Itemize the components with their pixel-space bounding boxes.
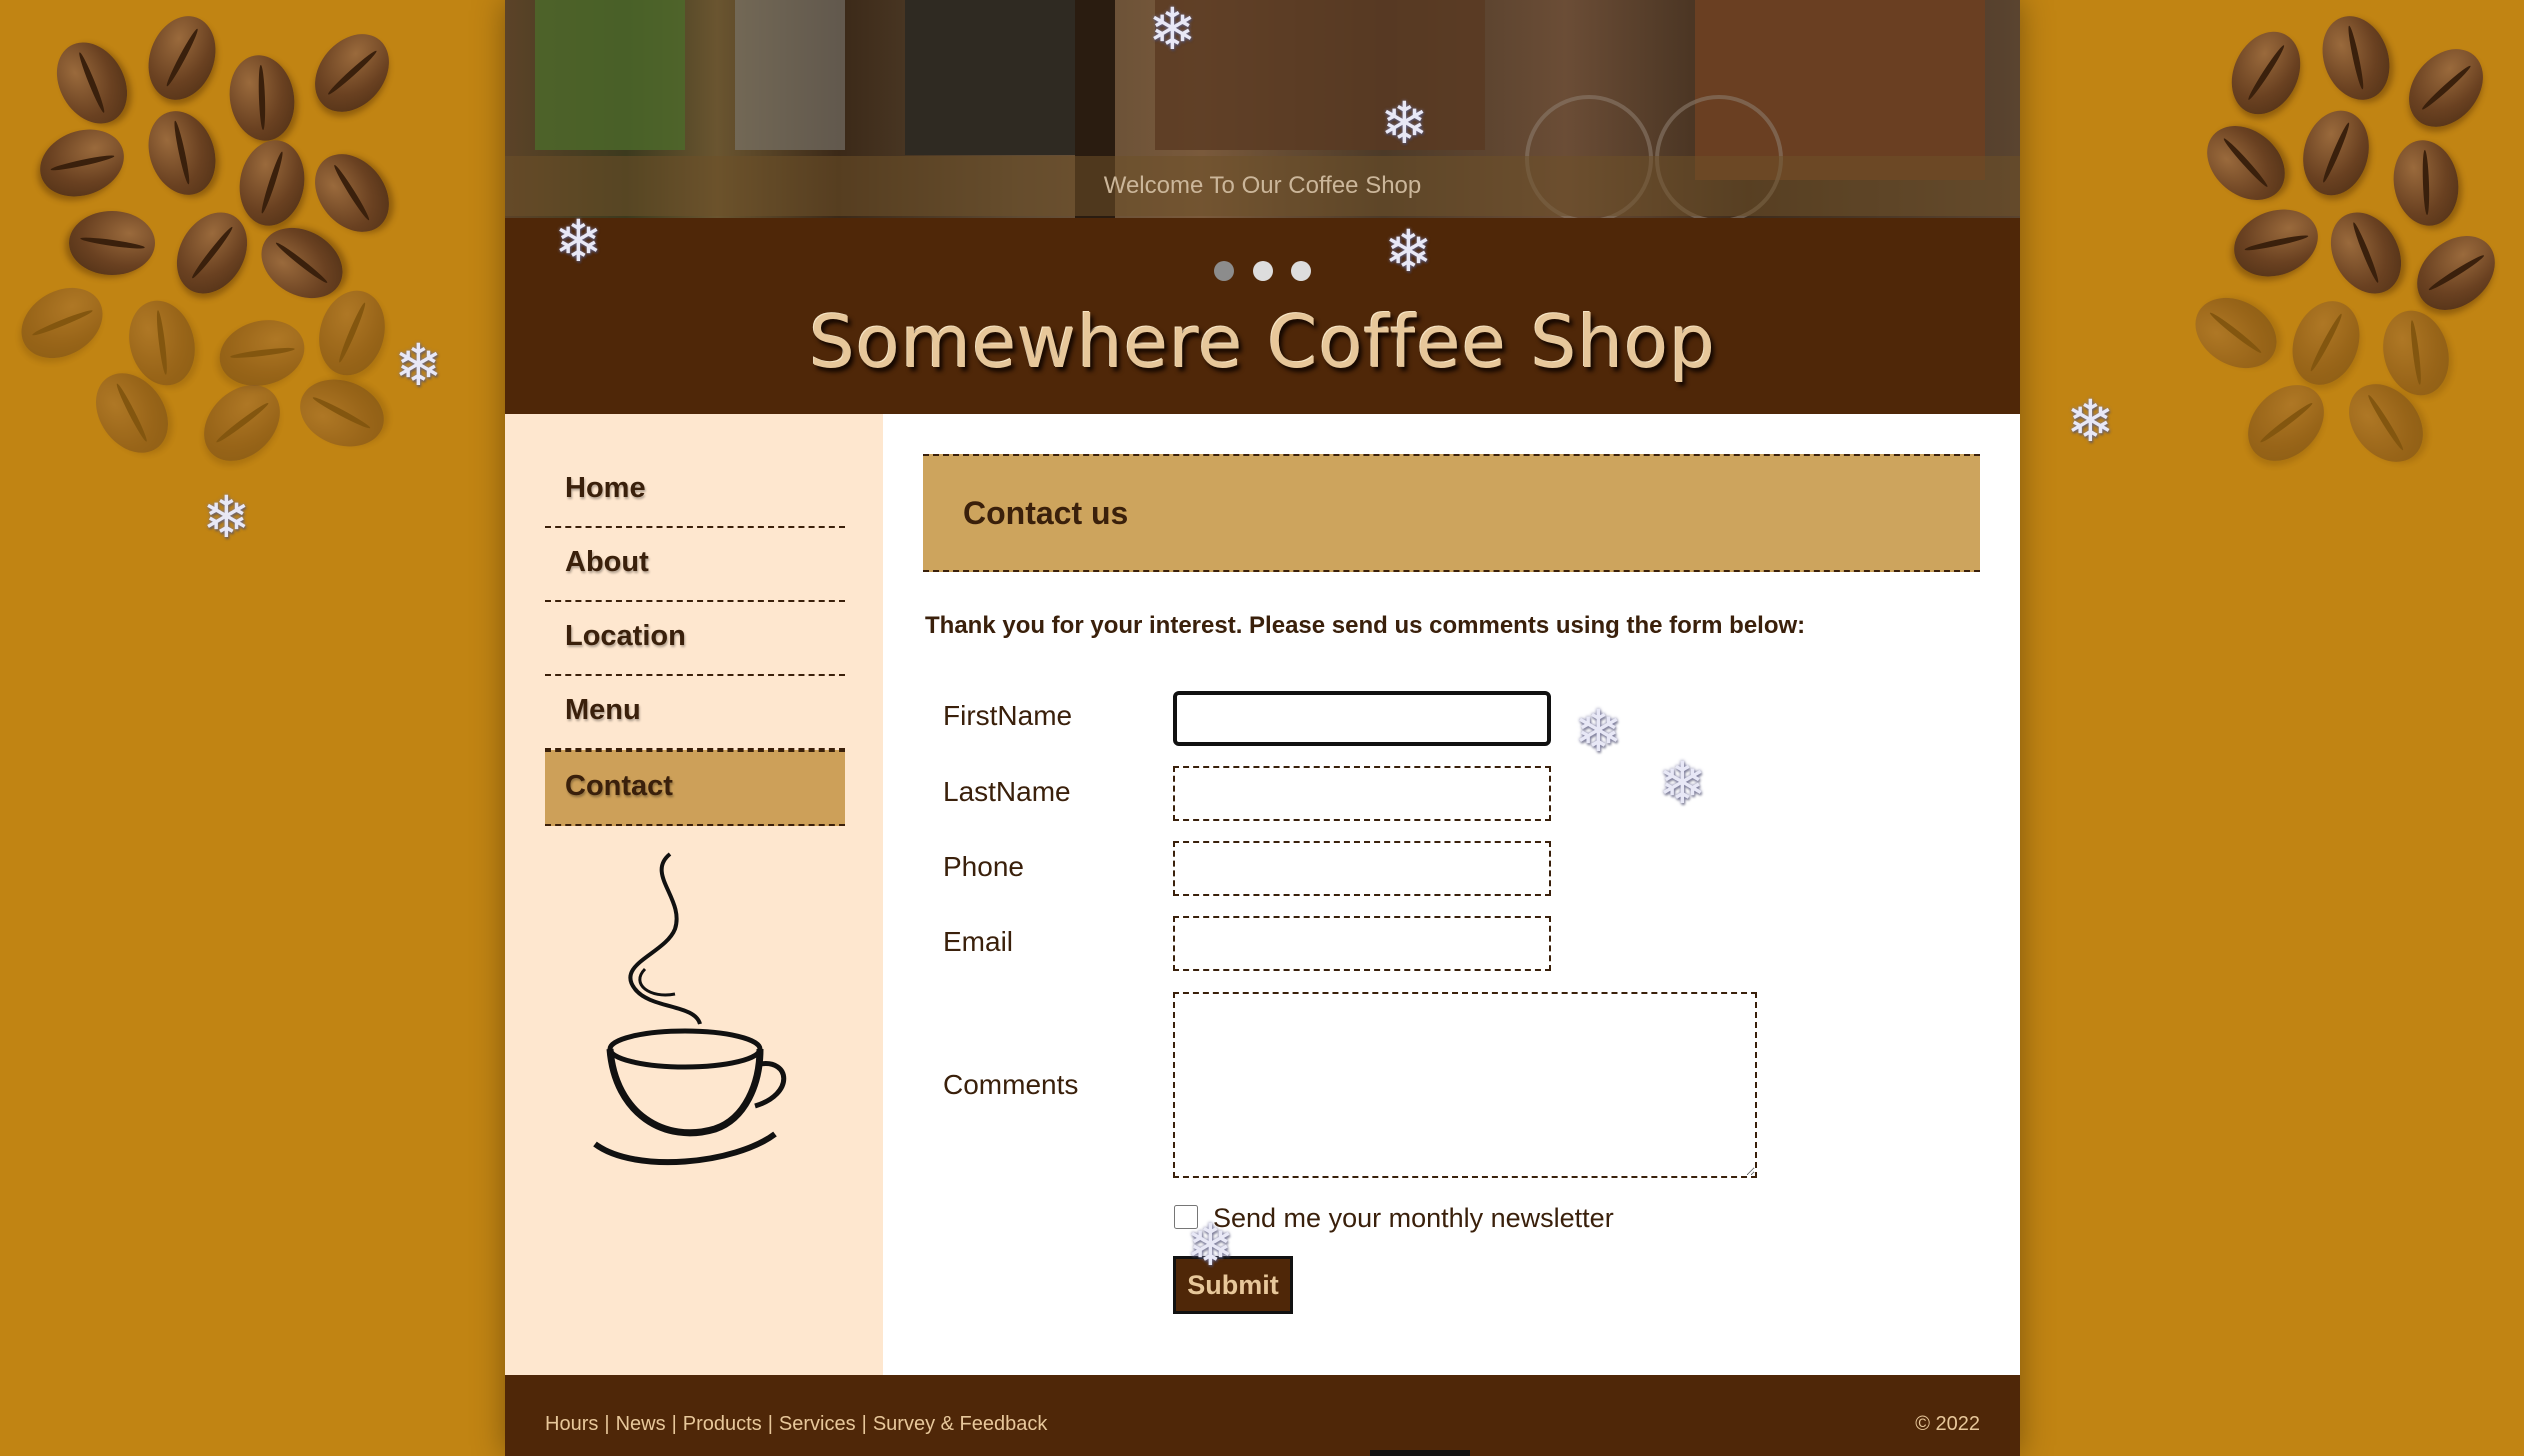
coffee-bean-icon [299,19,405,127]
coffee-bean-icon [30,118,134,208]
coffee-bean-icon [309,283,395,383]
nav-item-about[interactable]: About [545,528,845,602]
coffee-beans-decoration-right [2084,0,2524,480]
snowflake-icon: ❄ [2066,387,2115,455]
coffee-bean-icon [2311,6,2401,110]
main-content: Contact us Thank you for your interest. … [883,414,2020,1375]
coffee-bean-icon [2316,199,2416,307]
footer-tab [1370,1450,1470,1456]
comments-field[interactable] [1173,992,1757,1178]
coffee-bean-icon [2387,135,2465,231]
footer-link-news[interactable]: News [616,1413,666,1435]
coffee-beans-decoration-left [0,0,440,480]
nav-item-home[interactable]: Home [545,454,845,528]
site-footer: Hours | News | Products | Services | Survey & Fe… [505,1375,2020,1456]
site-header: Welcome To Our Coffee Shop Somewhere Cof… [505,0,2020,414]
phone-field[interactable] [1173,841,1551,896]
snowflake-icon: ❄ [1574,697,1623,765]
cafe-patrons [1155,0,1485,150]
coffee-bean-icon [8,273,116,373]
comments-label: Comments [943,1069,1079,1100]
slide-dot-1[interactable] [1214,261,1235,281]
footer-separator: | [861,1413,867,1435]
coffee-bean-icon [212,310,312,396]
copyright: © 2022 [1915,1413,1980,1435]
storefront-window [735,0,845,150]
coffee-bean-icon [2393,34,2499,142]
sidebar: Home About Location Menu Contact [505,414,883,1375]
footer-link-services[interactable]: Services [779,1413,856,1435]
coffee-bean-icon [42,29,142,137]
coffee-bean-icon [69,211,155,275]
snowflake-icon: ❄ [1658,749,1707,817]
newsletter-label: Send me your monthly newsletter [1213,1203,1614,1233]
footer-separator: | [604,1413,610,1435]
storefront-sign [535,0,685,150]
nav-item-location[interactable]: Location [545,602,845,676]
email-label: Email [943,926,1014,957]
slideshow-dots [505,261,2020,286]
coffee-bean-icon [2224,198,2328,288]
first-name-label: FirstName [943,700,1073,731]
coffee-bean-icon [2192,110,2300,216]
footer-separator: | [671,1413,677,1435]
coffee-bean-icon [2293,103,2379,203]
coffee-bean-icon [290,368,394,458]
nav-item-contact[interactable]: Contact [545,750,845,826]
last-name-field[interactable] [1173,766,1551,821]
footer-link-hours[interactable]: Hours [545,1413,598,1435]
footer-link-products[interactable]: Products [683,1413,762,1435]
coffee-bean-icon [188,369,296,477]
coffee-bean-icon [2402,220,2510,326]
coffee-bean-icon [2232,369,2340,477]
coffee-bean-icon [299,139,405,247]
phone-label: Phone [943,851,1024,882]
coffee-bean-icon [2281,291,2371,395]
storefront-window [905,0,1085,155]
footer-links: Hours | News | Products | Services | Survey & Fe… [545,1413,1047,1436]
coffee-bean-icon [162,199,262,307]
snowflake-icon: ❄ [394,331,443,399]
page-title: Contact us [923,454,1980,572]
slide-dot-3[interactable] [1290,261,1311,281]
snowflake-icon: ❄ [1186,1211,1235,1279]
coffee-bean-icon [2182,283,2290,383]
page-container: Welcome To Our Coffee Shop Somewhere Cof… [505,0,2020,1456]
snowflake-icon: ❄ [202,483,251,551]
coffee-bean-icon [137,101,227,205]
snowflake-icon: ❄ [1384,217,1433,285]
snowflake-icon: ❄ [1148,0,1197,63]
snowflake-icon: ❄ [1380,89,1429,157]
first-name-field[interactable] [1173,691,1551,746]
coffee-bean-icon [223,50,301,146]
last-name-label: LastName [943,776,1071,807]
slide-dot-2[interactable] [1252,261,1273,281]
slideshow-caption: Welcome To Our Coffee Shop [505,156,2020,216]
coffee-bean-icon [137,6,227,110]
site-title: Somewhere Coffee Shop [809,300,1716,384]
nav-item-menu[interactable]: Menu [545,676,845,750]
footer-separator: | [767,1413,773,1435]
footer-link-survey-feedback[interactable]: Survey & Feedback [873,1413,1048,1435]
coffee-bean-icon [2218,20,2314,126]
coffee-bean-icon [233,135,311,231]
snowflake-icon: ❄ [554,207,603,275]
email-field[interactable] [1173,916,1551,971]
intro-text: Thank you for your interest. Please send… [925,612,1806,639]
coffee-cup-icon [593,852,787,1166]
slideshow-image[interactable]: Welcome To Our Coffee Shop [505,0,2020,218]
main-nav: Home About Location Menu Contact [545,454,845,826]
